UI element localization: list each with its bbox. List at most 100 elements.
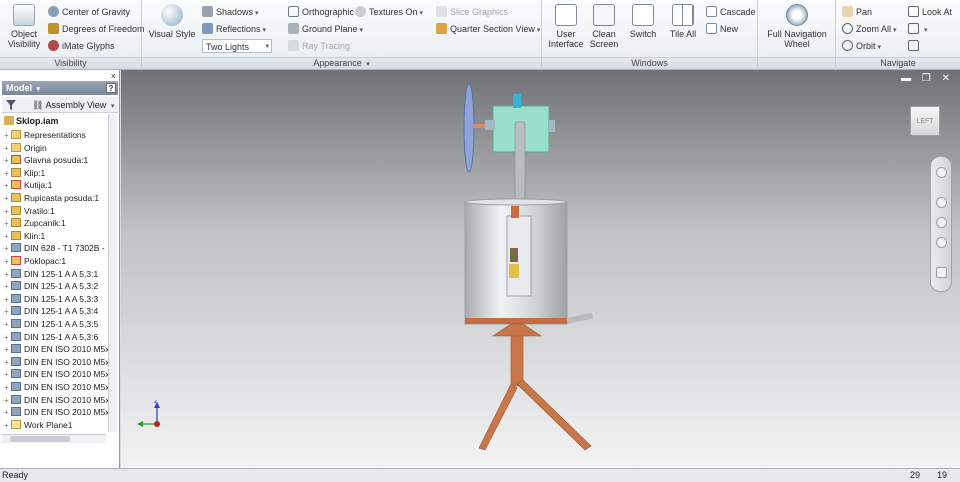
horizontal-scroll-thumb[interactable] <box>10 436 70 442</box>
expand-icon[interactable]: + <box>4 143 11 155</box>
orbit-nav-icon[interactable] <box>936 237 947 248</box>
browser-title-bar[interactable]: Model ▾ ? <box>2 81 118 95</box>
tree-item[interactable]: + Representations <box>4 129 86 141</box>
ray-tracing-button[interactable]: Ray Tracing <box>288 39 350 53</box>
filter-icon[interactable] <box>6 100 16 110</box>
tree-item[interactable]: + Work Plane1 <box>4 419 73 431</box>
navigation-bar[interactable] <box>930 156 952 292</box>
tree-item[interactable]: + DIN 125-1 A A 5,3:3 <box>4 293 98 305</box>
home-icon <box>908 40 919 51</box>
previous-view-button[interactable]: ▾ <box>908 22 928 36</box>
quarter-section-view-button[interactable]: Quarter Section View ▾ <box>436 22 540 36</box>
graphics-viewport[interactable]: ▬ ❐ ✕ LEFT Z <box>121 70 960 468</box>
steering-wheel-icon[interactable] <box>936 167 947 178</box>
expand-icon[interactable]: + <box>4 218 11 230</box>
expand-icon[interactable]: + <box>4 206 11 218</box>
tree-item[interactable]: + Kutija:1 <box>4 179 52 191</box>
expand-icon[interactable]: + <box>4 231 11 243</box>
tree-item[interactable]: + Klin:1 <box>4 230 45 242</box>
tree-item[interactable]: + Zupcanik:1 <box>4 217 66 229</box>
ground-plane-button[interactable]: Ground Plane ▾ <box>288 22 363 36</box>
expand-icon[interactable]: + <box>4 344 11 356</box>
tree-item[interactable]: + DIN 125-1 A A 5,3:5 <box>4 318 98 330</box>
inner-plug <box>511 206 519 218</box>
cascade-button[interactable]: Cascade <box>706 5 756 19</box>
tree-item[interactable]: + DIN 628 - T1 7302B - <box>4 242 105 254</box>
tree-item[interactable]: + DIN EN ISO 2010 M5x <box>4 381 108 393</box>
expand-icon[interactable]: + <box>4 420 11 432</box>
assembly-view-dropdown[interactable]: ⛓ Assembly View ▾ <box>32 99 114 113</box>
full-navigation-wheel-button[interactable]: Full Navigation Wheel <box>762 4 832 49</box>
reflections-button[interactable]: Reflections ▾ <box>202 22 266 36</box>
browser-close-icon[interactable]: × <box>111 71 116 81</box>
expand-icon[interactable]: + <box>4 256 11 268</box>
expand-icon[interactable]: + <box>4 155 11 167</box>
tree-item[interactable]: + DIN 125-1 A A 5,3:1 <box>4 268 98 280</box>
look-at-nav-icon[interactable] <box>936 267 947 278</box>
panel-label-appearance[interactable]: Appearance ▾ <box>142 57 541 69</box>
zoom-all-button[interactable]: Zoom All ▾ <box>842 22 897 36</box>
home-view-button[interactable] <box>908 39 922 53</box>
tile-all-button[interactable]: Tile All <box>666 4 700 39</box>
zoom-nav-icon[interactable] <box>936 217 947 228</box>
assembly-view-label: Assembly View <box>45 100 107 110</box>
degrees-of-freedom-button[interactable]: Degrees of Freedom <box>48 22 145 36</box>
tree-item[interactable]: + Klip:1 <box>4 167 45 179</box>
object-visibility-button[interactable]: Object Visibility <box>4 4 44 49</box>
new-window-button[interactable]: New <box>706 22 738 36</box>
expand-icon[interactable]: + <box>4 357 11 369</box>
browser-horizontal-scrollbar[interactable] <box>2 434 106 443</box>
tank-rim <box>464 198 568 206</box>
expand-icon[interactable]: + <box>4 369 11 381</box>
look-at-button[interactable]: Look At <box>908 5 952 19</box>
ribbon: Object Visibility Center of Gravity Degr… <box>0 0 960 70</box>
pan-button[interactable]: Pan <box>842 5 872 19</box>
visual-style-button[interactable]: Visual Style <box>148 4 196 39</box>
tree-item[interactable]: + DIN 125-1 A A 5,3:2 <box>4 280 98 292</box>
expand-icon[interactable]: + <box>4 294 11 306</box>
switch-button[interactable]: Switch <box>628 4 658 39</box>
tree-item[interactable]: + Origin <box>4 142 47 154</box>
textures-on-button[interactable]: Textures On ▾ <box>355 5 423 19</box>
expand-icon[interactable]: + <box>4 332 11 344</box>
expand-icon[interactable]: + <box>4 395 11 407</box>
expand-icon[interactable]: + <box>4 180 11 192</box>
expand-icon[interactable]: + <box>4 407 11 419</box>
browser-title: Model <box>6 83 32 93</box>
expand-icon[interactable]: + <box>4 193 11 205</box>
tree-item[interactable]: + DIN EN ISO 2010 M5x <box>4 406 108 418</box>
expand-icon[interactable]: + <box>4 382 11 394</box>
expand-icon[interactable]: + <box>4 243 11 255</box>
tree-item[interactable]: + Vratilo:1 <box>4 205 55 217</box>
expand-icon[interactable]: + <box>4 319 11 331</box>
shadows-button[interactable]: Shadows ▾ <box>202 5 259 19</box>
expand-icon[interactable]: + <box>4 168 11 180</box>
tree-item[interactable]: + Rupicasta posuda:1 <box>4 192 99 204</box>
browser-help-icon[interactable]: ? <box>106 83 116 93</box>
tree-item[interactable]: + DIN 125-1 A A 5,3:4 <box>4 305 98 317</box>
expand-icon[interactable]: + <box>4 281 11 293</box>
tree-item[interactable]: + DIN EN ISO 2010 M5x <box>4 356 108 368</box>
slice-graphics-button[interactable]: Slice Graphics <box>436 5 508 19</box>
expand-icon[interactable]: + <box>4 306 11 318</box>
tree-item[interactable]: + Glavna posuda:1 <box>4 154 88 166</box>
expand-icon[interactable]: + <box>4 130 11 142</box>
lighting-select[interactable]: Two Lights ▾ <box>202 39 272 53</box>
tree-item[interactable]: + DIN EN ISO 2010 M5x <box>4 394 108 406</box>
expand-icon[interactable]: + <box>4 269 11 281</box>
tree-item[interactable]: + DIN EN ISO 2010 M5x <box>4 343 108 355</box>
pan-icon[interactable] <box>936 197 947 208</box>
orthographic-button[interactable]: Orthographic▾ <box>288 5 360 19</box>
tree-item[interactable]: + DIN EN ISO 2010 M5x <box>4 368 108 380</box>
imate-glyphs-button[interactable]: iMate Glyphs <box>48 39 115 53</box>
visual-style-icon <box>161 4 183 26</box>
user-interface-button[interactable]: User Interface <box>548 4 584 49</box>
browser-vertical-scrollbar[interactable] <box>108 114 117 432</box>
tree-root[interactable]: Sklop.iam <box>4 116 59 126</box>
center-of-gravity-button[interactable]: Center of Gravity <box>48 5 130 19</box>
clean-screen-button[interactable]: Clean Screen <box>586 4 622 49</box>
orbit-button[interactable]: Orbit ▾ <box>842 39 881 53</box>
viewcube[interactable]: LEFT <box>910 106 940 136</box>
tree-item[interactable]: + DIN 125-1 A A 5,3:6 <box>4 331 98 343</box>
tree-item[interactable]: + Poklopac:1 <box>4 255 66 267</box>
